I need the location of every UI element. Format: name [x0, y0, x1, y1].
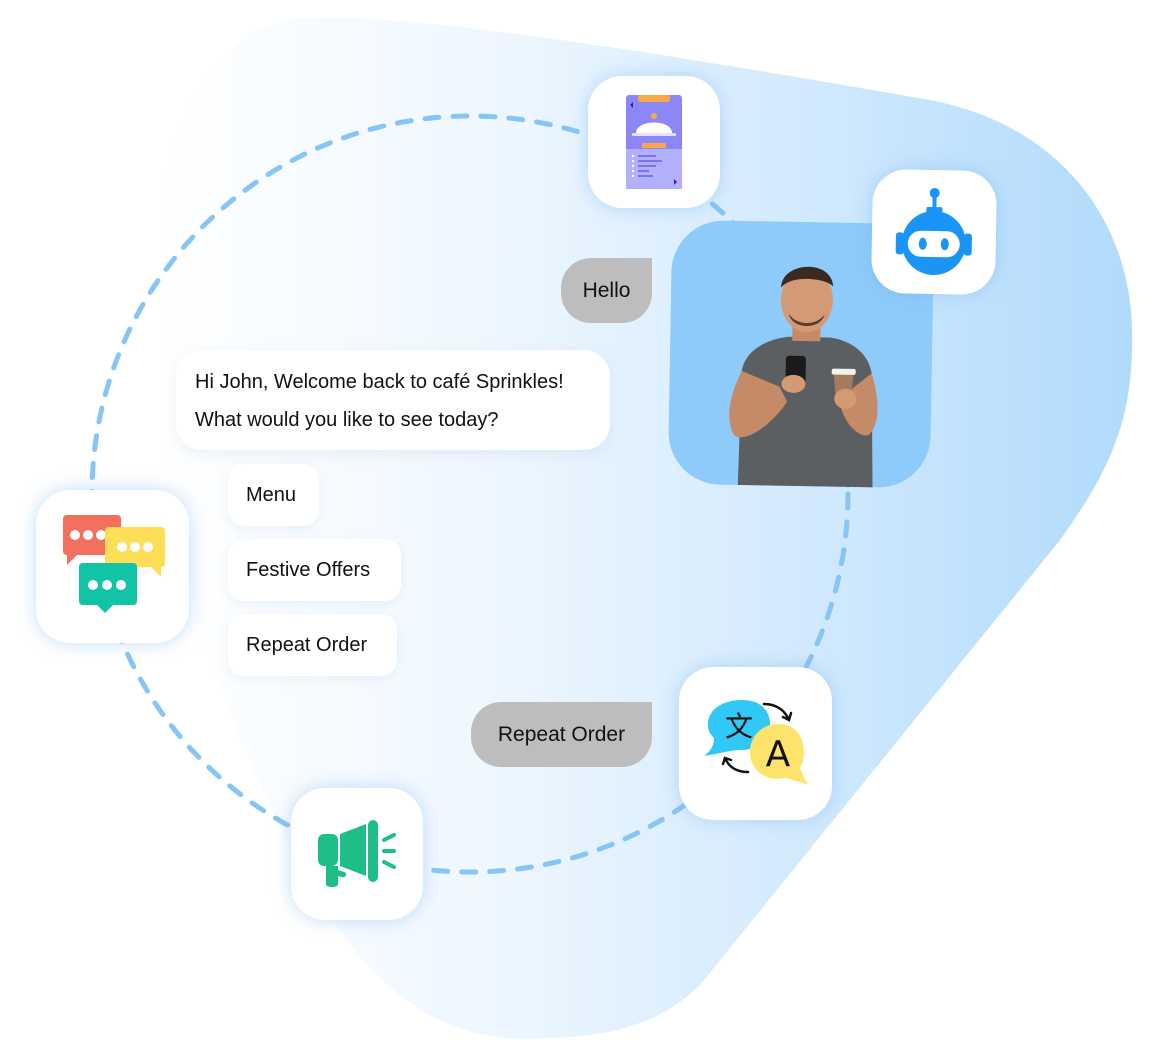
- quick-reply-repeat-order-label: Repeat Order: [246, 633, 368, 656]
- quick-reply-repeat-order[interactable]: Repeat Order: [228, 614, 397, 676]
- user-reply-bubble: Repeat Order: [471, 702, 652, 767]
- megaphone-tile[interactable]: [291, 788, 423, 920]
- user-greeting-bubble: Hello: [561, 258, 652, 323]
- menu-app-tile[interactable]: [588, 76, 720, 208]
- chat-bubbles-icon: [62, 514, 165, 613]
- translate-icon: 文 A: [703, 699, 808, 784]
- quick-reply-menu[interactable]: Menu: [228, 464, 319, 526]
- robot-tile[interactable]: [870, 168, 998, 296]
- bot-welcome-line-2: What would you like to see today?: [195, 409, 499, 431]
- quick-reply-festive-offers-label: Festive Offers: [246, 558, 371, 581]
- translate-tile[interactable]: 文 A: [679, 667, 832, 820]
- megaphone-icon: [318, 820, 396, 887]
- user-reply-text: Repeat Order: [497, 723, 626, 746]
- translate-target-glyph: A: [765, 734, 790, 775]
- chat-bubbles-tile[interactable]: [36, 490, 189, 643]
- quick-reply-menu-label: Menu: [246, 483, 297, 506]
- robot-icon: [895, 188, 972, 275]
- quick-reply-festive-offers[interactable]: Festive Offers: [228, 539, 401, 601]
- bot-welcome-line-1: Hi John, Welcome back to café Sprinkles!: [195, 371, 564, 393]
- menu-app-icon: [626, 95, 682, 189]
- bot-welcome-bubble: Hi John, Welcome back to café Sprinkles!…: [176, 350, 610, 450]
- user-greeting-text: Hello: [582, 279, 631, 302]
- translate-source-glyph: 文: [724, 710, 752, 743]
